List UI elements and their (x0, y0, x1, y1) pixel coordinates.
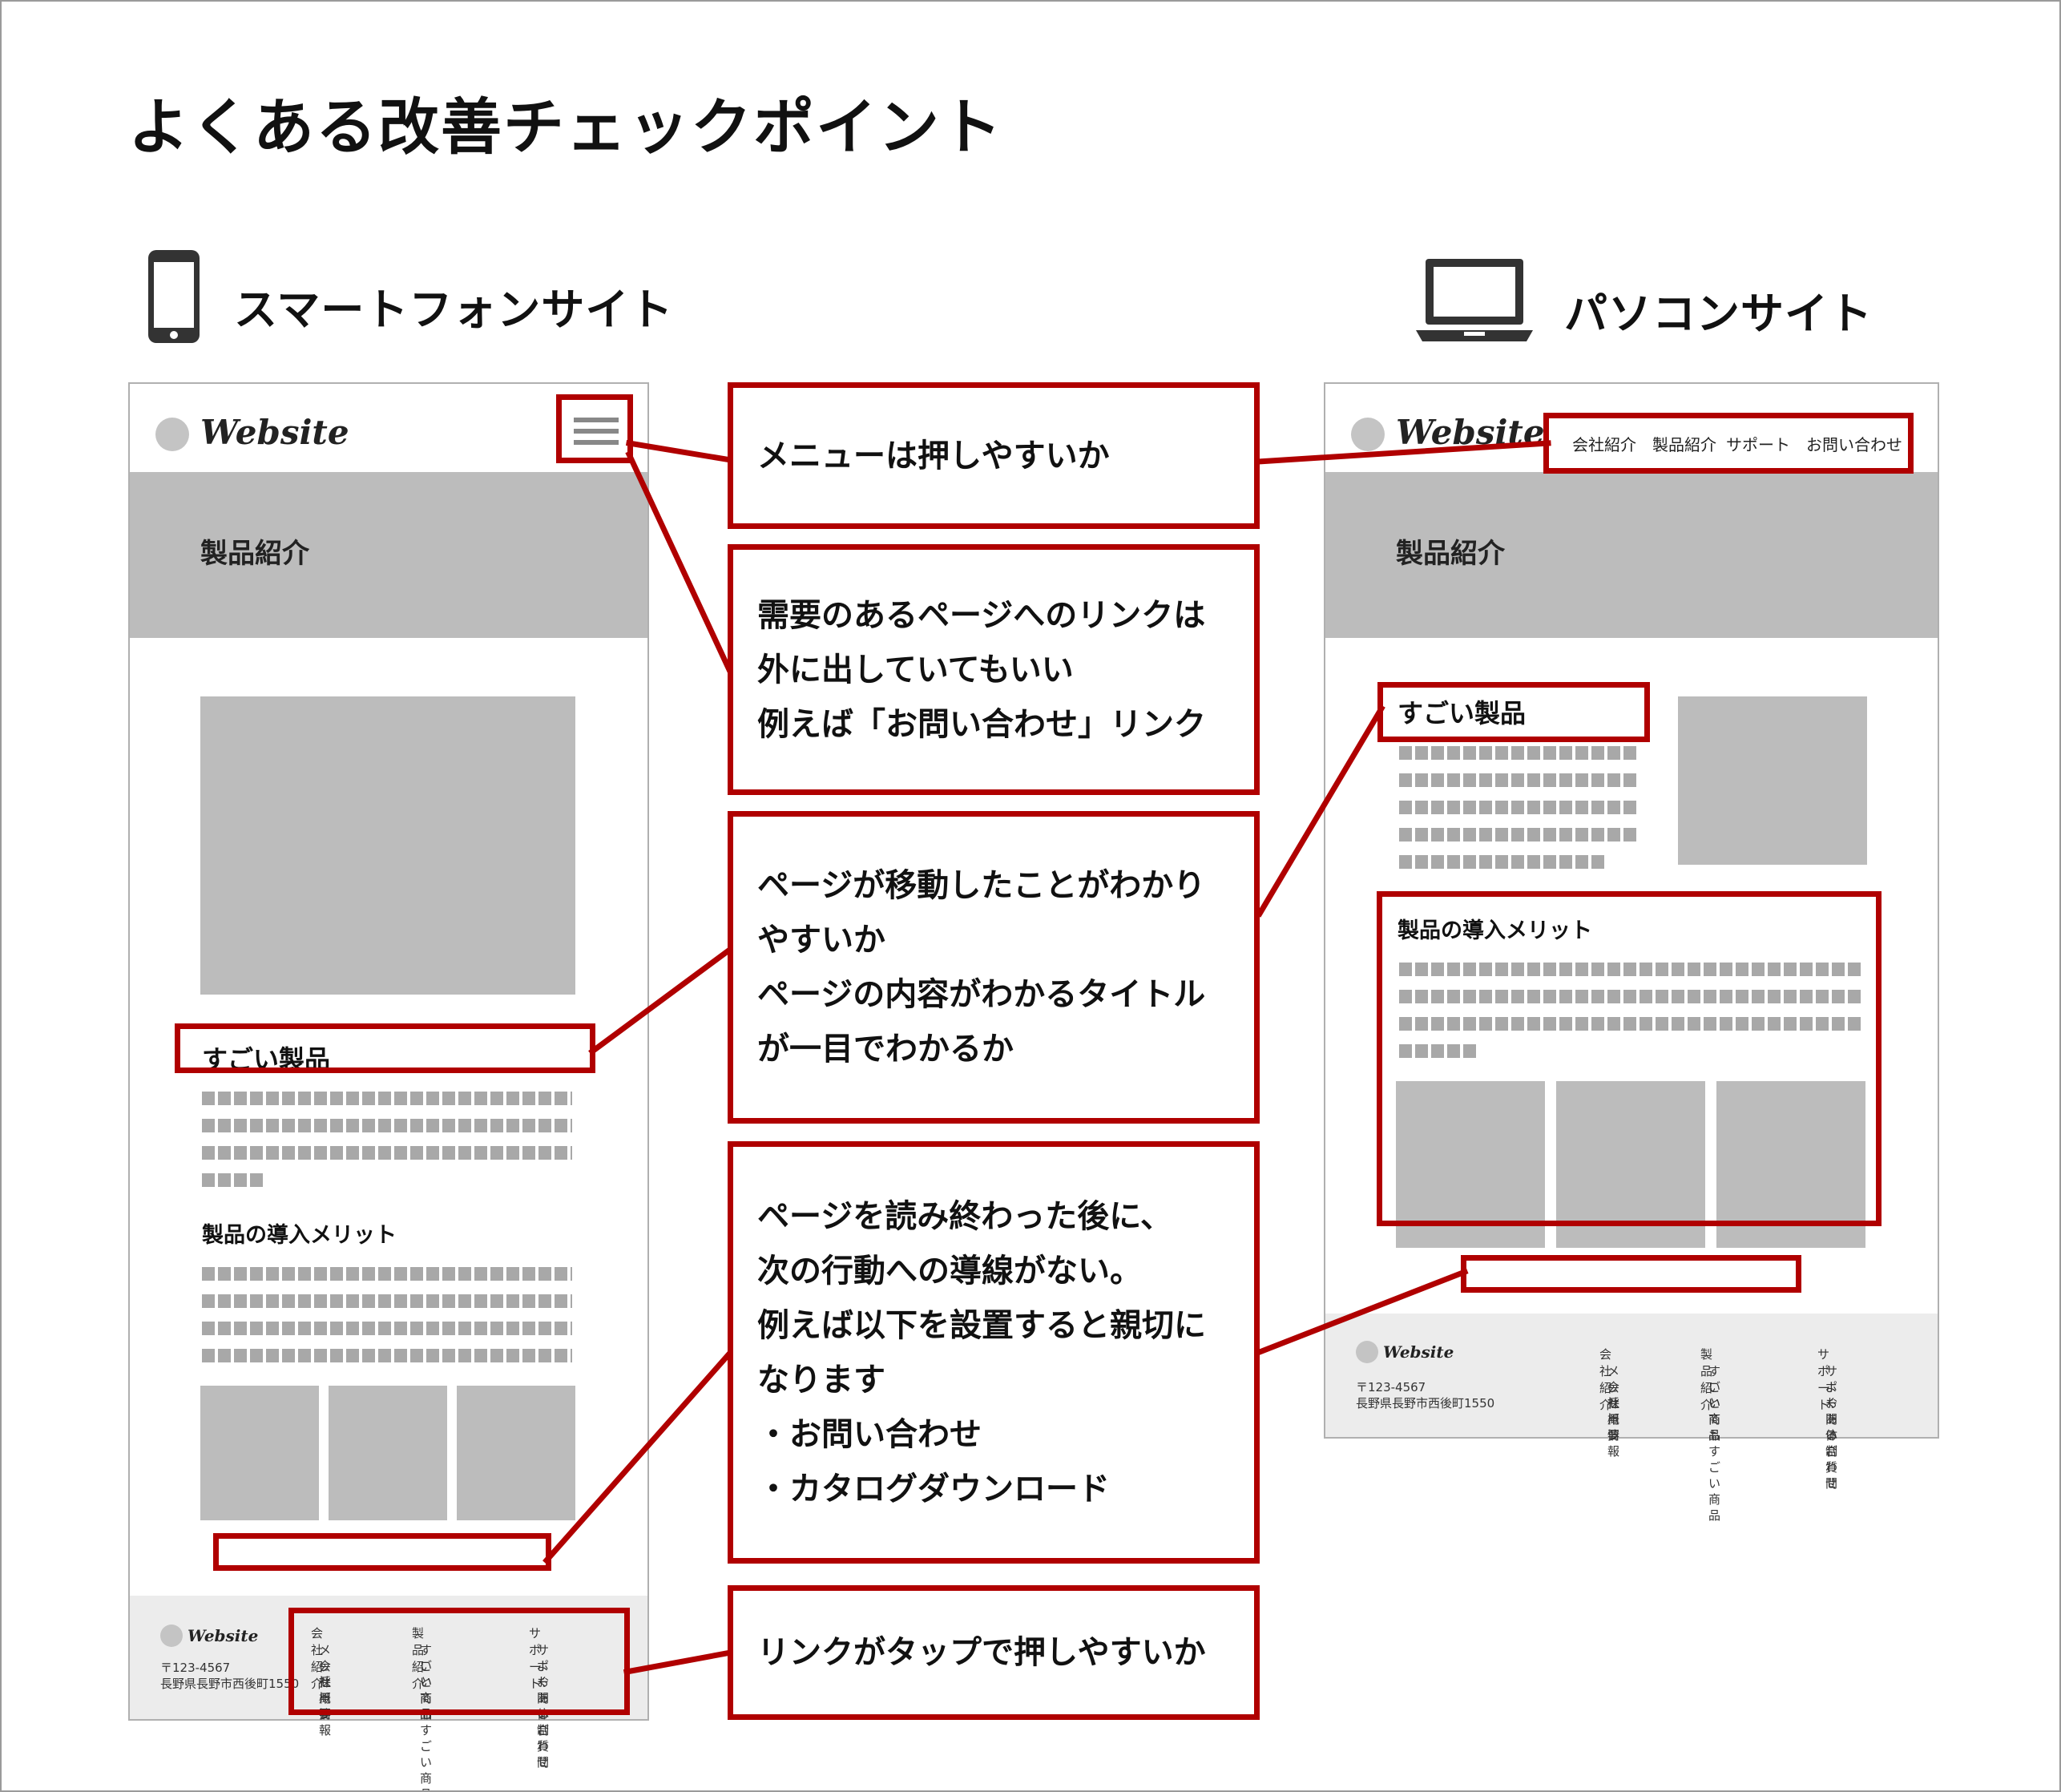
callout-line: 需要のあるページへのリンクは (757, 596, 1206, 634)
diagram-page: よくある改善チェックポイント スマートフォンサイト パソコンサイト Websit… (0, 0, 2061, 1792)
callout-line: 次の行動への導線がない。 (757, 1252, 1142, 1290)
callout-line: 例えば以下を設置すると親切に (757, 1306, 1206, 1344)
highlight-hamburger-menu (556, 394, 633, 463)
highlight-pc-product-heading (1377, 682, 1650, 742)
highlight-footer-links (288, 1608, 630, 1715)
callout-line: 外に出していてもいい (757, 651, 1074, 688)
callout-next-action: ページを読み終わった後に、 次の行動への導線がない。 例えば以下を設置すると親切… (728, 1141, 1260, 1564)
callout-line: リンクがタップで押しやすいか (757, 1634, 1206, 1671)
callout-line: ・お問い合わせ (757, 1415, 982, 1453)
callout-external-links: 需要のあるページへのリンクは 外に出していてもいい 例えば「お問い合わせ」リンク (728, 544, 1260, 795)
callout-line: ページを読み終わった後に、 (757, 1197, 1172, 1235)
callout-line: やすいか (757, 922, 885, 959)
highlight-pc-next-action (1461, 1255, 1801, 1293)
callout-menu: メニューは押しやすいか (728, 382, 1260, 529)
callout-line: ページが移動したことがわかり (757, 867, 1206, 904)
highlight-product-heading (175, 1023, 595, 1073)
callout-line: 例えば「お問い合わせ」リンク (757, 705, 1206, 743)
callout-line: が一目でわかるか (757, 1031, 1014, 1068)
highlight-next-action (213, 1533, 551, 1571)
callout-line: メニューは押しやすいか (757, 437, 1110, 474)
callout-page-title: ページが移動したことがわかり やすいか ページの内容がわかるタイトル が一目でわ… (728, 811, 1260, 1124)
highlight-pc-merit-section (1377, 891, 1882, 1226)
callout-line: ページの内容がわかるタイトル (757, 976, 1206, 1013)
callout-line: ・カタログダウンロード (757, 1470, 1110, 1507)
callout-line: なります (757, 1361, 885, 1398)
callout-tap-links: リンクがタップで押しやすいか (728, 1585, 1260, 1720)
highlight-pc-nav (1543, 413, 1914, 474)
